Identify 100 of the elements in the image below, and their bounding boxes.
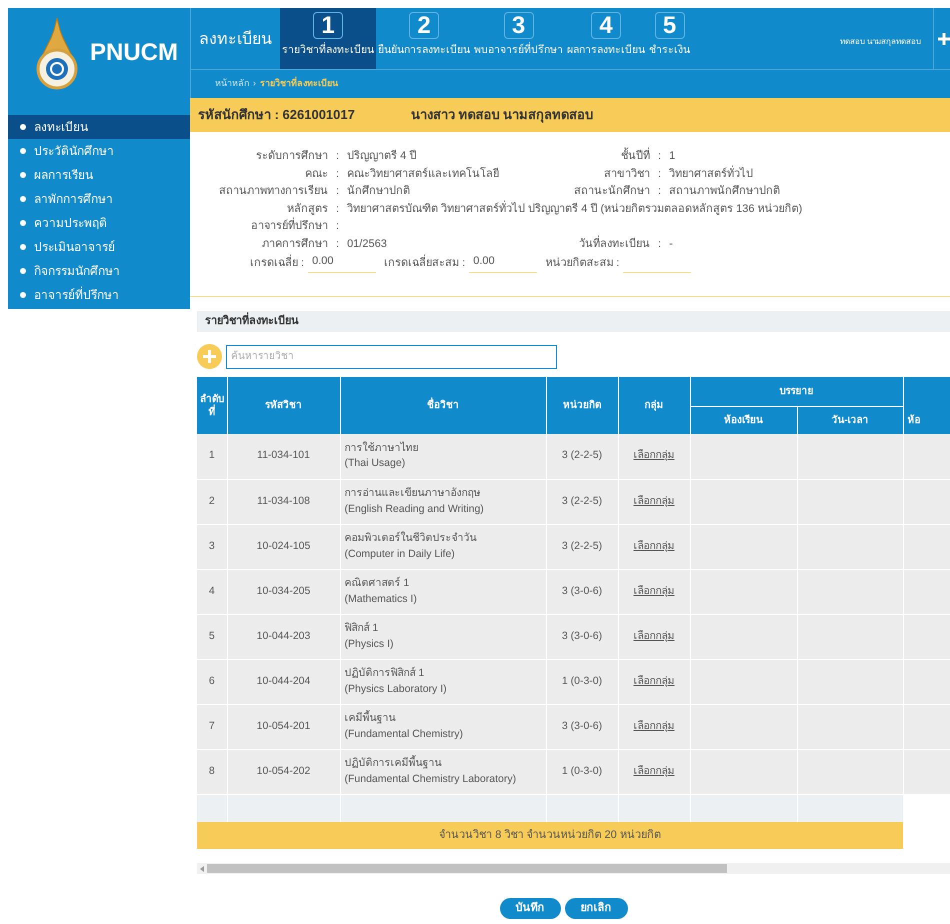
table-cell: 1 [197,434,227,479]
sidebar-item[interactable]: ลาพักการศึกษา [8,187,190,211]
column-group-header: บรรยาย [690,377,903,406]
sidebar-label: ความประพฤติ [34,215,107,232]
select-group-link[interactable]: เลือกกลุ่ม [634,494,674,507]
column-header: รหัสวิชา [227,377,340,434]
info-label: สถานภาพทางการเรียน [218,184,328,199]
course-name-english: (Mathematics I) [344,592,418,606]
sidebar-item[interactable]: ประวัตินักศึกษา [8,139,190,163]
sidebar-item[interactable]: อาจารย์ที่ปรึกษา [8,283,190,307]
colon: : [657,184,662,199]
select-group-link[interactable]: เลือกกลุ่ม [634,540,674,552]
table-cell: 11-034-101 [227,434,340,479]
form-button[interactable]: บันทึก [500,898,560,919]
step-tab[interactable]: 3 พบอาจารย์ที่ปรึกษา [472,8,565,69]
column-header: วัน-เวลา [797,406,903,434]
table-cell: 8 [197,749,227,794]
step-tab[interactable]: 4 ผลการลงทะเบียน [565,8,647,69]
search-field[interactable]: ค้นหารายวิชา [226,344,557,368]
column-group-header [903,377,950,406]
step-number: 1 [313,12,343,39]
table-cell: 10-054-201 [227,704,340,749]
scroll-left-icon[interactable] [200,866,204,872]
course-name: ปฏิบัติการเคมีพื้นฐาน [344,756,442,771]
course-name: คอมพิวเตอร์ในชีวิตประจำวัน [344,530,478,546]
info-label: อาจารย์ที่ปรึกษา [195,218,328,236]
horizontal-scrollbar[interactable] [197,863,950,874]
colon: : [335,149,340,164]
table-cell: 3 (3-0-6) [546,704,618,749]
course-name: ปฏิบัติการฟิสิกส์ 1 [344,666,426,681]
logo-text: PNUCM [90,38,178,68]
grade-field: 0.00 [469,253,538,272]
sidebar-item[interactable]: ผลการเรียน [8,163,190,187]
colon: : [657,149,662,164]
step-label: ผลการลงทะเบียน [567,43,645,58]
form-button[interactable]: ยกเลิก [564,898,628,919]
colon: : [657,236,662,252]
colon: : [335,166,340,182]
step-label: ยืนยันการลงทะเบียน [378,43,470,58]
select-group-link[interactable]: เลือกกลุ่ม [634,584,674,597]
sidebar-item[interactable]: กิจกรรมนักศึกษา [8,259,190,283]
course-name: คณิตศาสตร์ 1 [344,576,410,591]
colon: : [335,236,340,252]
select-group-link[interactable]: เลือกกลุ่ม [634,449,674,462]
colon: : [335,202,340,216]
step-number: 3 [504,12,534,39]
info-value: คณะวิทยาศาสตร์และเทคโนโลยี [347,166,500,182]
table-cell: 7 [197,704,227,749]
info-label: ชั้นปีที่ [525,148,650,166]
select-group-link[interactable]: เลือกกลุ่ม [634,630,674,642]
grade-label: หน่วยกิตสะสม : [545,256,620,271]
course-name-english: (Computer in Daily Life) [344,546,456,562]
column-header: กลุ่ม [618,377,690,434]
grade-label: เกรดเฉลี่ย : [250,255,304,272]
step-tab[interactable]: 1 รายวิชาที่ลงทะเบียน [280,8,376,69]
info-label: สาขาวิชา [603,166,650,182]
course-name: ฟิสิกส์ 1 [344,620,380,636]
column-header: ห้องเรียน [690,406,797,434]
breadcrumb-current: รายวิชาที่ลงทะเบียน [260,76,338,90]
grade-field: 0.00 [308,253,376,272]
breadcrumb-link[interactable]: หน้าหลัก [215,76,249,90]
page-title: ลงทะเบียน [198,29,273,50]
sidebar-item[interactable]: ประเมินอาจารย์ [8,235,190,259]
step-label: พบอาจารย์ที่ปรึกษา [474,43,563,58]
sidebar-label: ผลการเรียน [34,167,93,184]
user-name: ทดสอบ นามสกุลทดสอบ [840,36,922,48]
select-group-link[interactable]: เลือกกลุ่ม [634,674,674,687]
colon: : [335,184,340,199]
info-label: วันที่ลงทะเบียน [578,236,650,252]
step-label: รายวิชาที่ลงทะเบียน [282,43,374,58]
table-cell: 10-044-203 [227,614,340,659]
course-name-english: (Physics Laboratory I) [344,682,448,696]
table-cell: 3 (2-2-5) [546,479,618,524]
info-label: คณะ [304,166,328,182]
course-name-english: (Thai Usage) [344,456,406,472]
column-header: ชื่อวิชา [340,377,546,434]
step-tab[interactable]: 2 ยืนยันการลงทะเบียน [376,8,472,69]
select-group-link[interactable]: เลือกกลุ่ม [634,720,674,732]
bullet-icon [20,124,26,130]
info-label: หลักสูตร [286,202,328,217]
table-cell: 4 [197,569,227,614]
step-number: 5 [654,12,684,39]
course-name-english: (Fundamental Chemistry) [344,726,464,742]
step-label: ชำระเงิน [649,43,690,58]
info-value: 1 [669,149,676,164]
bullet-icon [20,292,26,298]
info-value: สถานภาพนักศึกษาปกติ [669,184,780,199]
course-name: การใช้ภาษาไทย [344,440,420,456]
step-tab[interactable]: 5 ชำระเงิน [647,8,692,69]
info-value: นักศึกษาปกติ [347,184,410,199]
sidebar-item[interactable]: ความประพฤติ [8,211,190,235]
table-cell: 6 [197,659,227,704]
sidebar-item[interactable]: ลงทะเบียน [8,115,190,139]
add-icon[interactable] [197,344,222,369]
student-name: นางสาว ทดสอบ นามสกุลทดสอบ [410,106,594,125]
table-cell: 10-044-204 [227,659,340,704]
table-cell: 10-054-202 [227,749,340,794]
table-cell: 3 [197,524,227,569]
select-group-link[interactable]: เลือกกลุ่ม [634,764,674,777]
info-label: ภาคการศึกษา [261,236,328,252]
